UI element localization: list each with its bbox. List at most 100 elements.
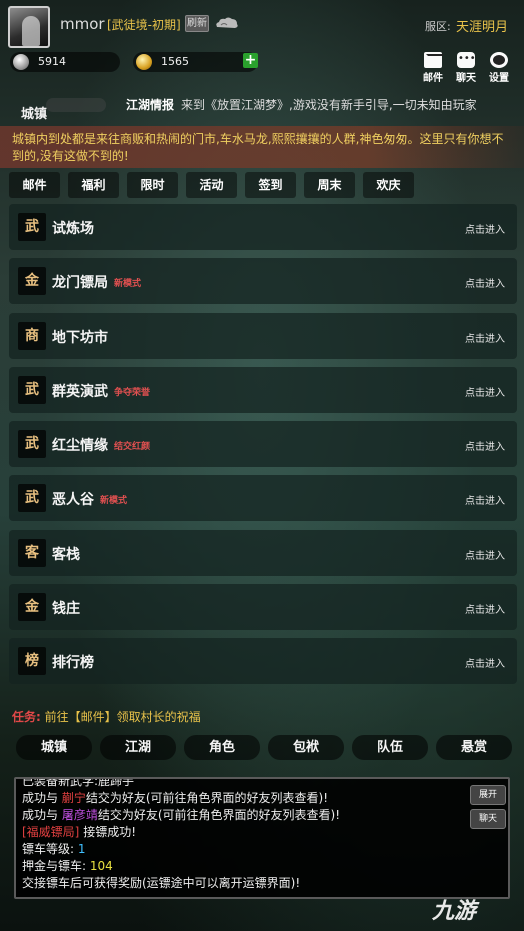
location-inn[interactable]: 客 客栈 点击进入: [9, 529, 517, 576]
server-name: 天涯明月: [456, 20, 509, 35]
location-escort-agency[interactable]: 金 龙门镖局 新模式 点击进入: [9, 258, 517, 305]
enter-link[interactable]: 点击进入: [465, 384, 505, 399]
deposit-value: 104: [89, 859, 113, 873]
escort-agency-name: [福威镖局]: [22, 825, 80, 839]
tab-checkin[interactable]: 签到: [245, 172, 296, 198]
location-badge: 武: [18, 213, 46, 241]
task-text[interactable]: 前往【邮件】领取村长的祝福: [45, 710, 201, 724]
location-hero-arena[interactable]: 武 群英演武 争夺荣誉 点击进入: [9, 366, 517, 413]
tab-celebration[interactable]: 欢庆: [363, 172, 414, 198]
nav-team[interactable]: 队伍: [352, 735, 428, 760]
enter-link[interactable]: 点击进入: [465, 438, 505, 453]
location-tag: 结交红颜: [114, 442, 151, 453]
enter-link[interactable]: 点击进入: [465, 275, 505, 290]
town-description: 城镇内到处都是来往商贩和热闹的门市,车水马龙,熙熙攘攘的人群,神色匆匆。这里只有…: [0, 126, 524, 168]
gold-ingot-icon: [136, 54, 152, 70]
enter-link[interactable]: 点击进入: [465, 655, 505, 670]
location-villain-valley[interactable]: 武 恶人谷 新模式 点击进入: [9, 475, 517, 522]
settings-button[interactable]: 设置: [486, 52, 512, 84]
gold-value: 1565: [161, 55, 189, 68]
chat-log[interactable]: 已装备新武学:鹿蹄手 成功与 蒯宁结交为好友(可前往角色界面的好友列表查看)! …: [14, 777, 510, 899]
envelope-icon: [424, 52, 444, 68]
silver-ingot-icon: [13, 54, 29, 70]
activity-tabs: 邮件 福利 限时 活动 签到 周末 欢庆: [9, 172, 517, 198]
location-badge: 榜: [18, 647, 46, 676]
location-name: 龙门镖局: [52, 275, 108, 292]
location-tag: 新模式: [114, 279, 142, 290]
location-badge: 金: [18, 593, 46, 622]
chat-line: 押金与镖车: 104: [22, 859, 113, 873]
add-currency-button[interactable]: +: [243, 53, 258, 68]
tab-limited[interactable]: 限时: [127, 172, 178, 198]
location-leaderboard[interactable]: 榜 排行榜 点击进入: [9, 638, 517, 685]
location-name: 红尘情缘: [52, 438, 108, 455]
location-badge: 武: [18, 430, 46, 459]
silver-balance: 5914: [10, 52, 120, 72]
nav-bounty[interactable]: 悬赏: [436, 735, 512, 760]
location-name: 地下坊市: [52, 329, 108, 346]
title-brush-decoration: [46, 98, 106, 112]
chat-line: 镖车等级: 1: [22, 842, 86, 856]
location-badge: 商: [18, 321, 46, 350]
silver-value: 5914: [38, 55, 66, 68]
expand-chat-button[interactable]: 展开: [470, 785, 506, 805]
chat-label: 聊天: [456, 73, 476, 84]
chat-line: 成功与 屠彦靖结交为好友(可前往角色界面的好友列表查看)!: [22, 808, 341, 822]
enter-link[interactable]: 点击进入: [465, 492, 505, 507]
refresh-button[interactable]: 刷新: [185, 15, 209, 32]
task-label: 任务:: [12, 710, 41, 724]
tab-welfare[interactable]: 福利: [68, 172, 119, 198]
chat-line: 交接镖车后可获得奖励(运镖途中可以离开运镖界面)!: [22, 876, 301, 890]
username: mmor: [60, 15, 105, 33]
nav-inventory[interactable]: 包袱: [268, 735, 344, 760]
chat-line: 成功与 蒯宁结交为好友(可前往角色界面的好友列表查看)!: [22, 791, 329, 805]
location-name: 排行榜: [52, 655, 94, 672]
location-trial-ground[interactable]: 武 试炼场 点击进入: [9, 204, 517, 250]
location-name: 群英演武: [52, 383, 108, 400]
location-badge: 武: [18, 484, 46, 513]
location-romance[interactable]: 武 红尘情缘 结交红颜 点击进入: [9, 421, 517, 468]
location-underground-market[interactable]: 商 地下坊市 点击进入: [9, 312, 517, 359]
enter-link[interactable]: 点击进入: [465, 547, 505, 562]
chat-lines: 已装备新武学:鹿蹄手 成功与 蒯宁结交为好友(可前往角色界面的好友列表查看)! …: [22, 777, 462, 892]
watermark-logo: 九游: [432, 899, 477, 924]
player-name[interactable]: 蒯宁: [62, 791, 86, 805]
town-title: 城镇: [21, 107, 48, 122]
tab-events[interactable]: 活动: [186, 172, 237, 198]
location-badge: 武: [18, 375, 46, 404]
avatar[interactable]: [8, 6, 50, 48]
nav-town[interactable]: 城镇: [16, 735, 92, 760]
location-name: 钱庄: [52, 601, 80, 618]
news-label: 江湖情报: [126, 98, 175, 112]
chat-line: 已装备新武学:鹿蹄手: [22, 777, 135, 788]
enter-link[interactable]: 点击进入: [465, 330, 505, 345]
gold-balance: 1565: [133, 52, 258, 72]
task-row[interactable]: 任务: 前往【邮件】领取村长的祝福: [12, 708, 201, 725]
mail-label: 邮件: [423, 73, 443, 84]
tab-weekend[interactable]: 周末: [304, 172, 355, 198]
open-chat-button[interactable]: 聊天: [470, 809, 506, 829]
chat-button[interactable]: 聊天: [453, 52, 479, 84]
nav-character[interactable]: 角色: [184, 735, 260, 760]
location-tag: 争夺荣誉: [114, 387, 151, 398]
location-badge: 客: [18, 538, 46, 567]
enter-link[interactable]: 点击进入: [465, 601, 505, 616]
tab-mail[interactable]: 邮件: [9, 172, 60, 198]
realm-level: [武徒境-初期]: [107, 18, 181, 32]
mail-button[interactable]: 邮件: [420, 52, 446, 84]
server-label: 服区:: [425, 20, 451, 33]
location-name: 恶人谷: [52, 492, 94, 509]
speech-bubble-icon: [457, 52, 476, 68]
location-badge: 金: [18, 267, 46, 296]
player-name[interactable]: 屠彦靖: [62, 808, 98, 822]
location-name: 客栈: [52, 546, 80, 563]
enter-link[interactable]: 点击进入: [465, 221, 505, 236]
location-bank[interactable]: 金 钱庄 点击进入: [9, 584, 517, 631]
location-name: 试炼场: [52, 221, 94, 237]
nav-jianghu[interactable]: 江湖: [100, 735, 176, 760]
location-tag: 新模式: [100, 496, 128, 507]
cloud-icon[interactable]: [214, 15, 240, 31]
settings-label: 设置: [489, 73, 509, 84]
cart-level-value: 1: [77, 842, 86, 856]
location-list: 武 试炼场 点击进入 金 龙门镖局 新模式 点击进入 商 地下坊市 点击进入 武…: [9, 204, 517, 693]
